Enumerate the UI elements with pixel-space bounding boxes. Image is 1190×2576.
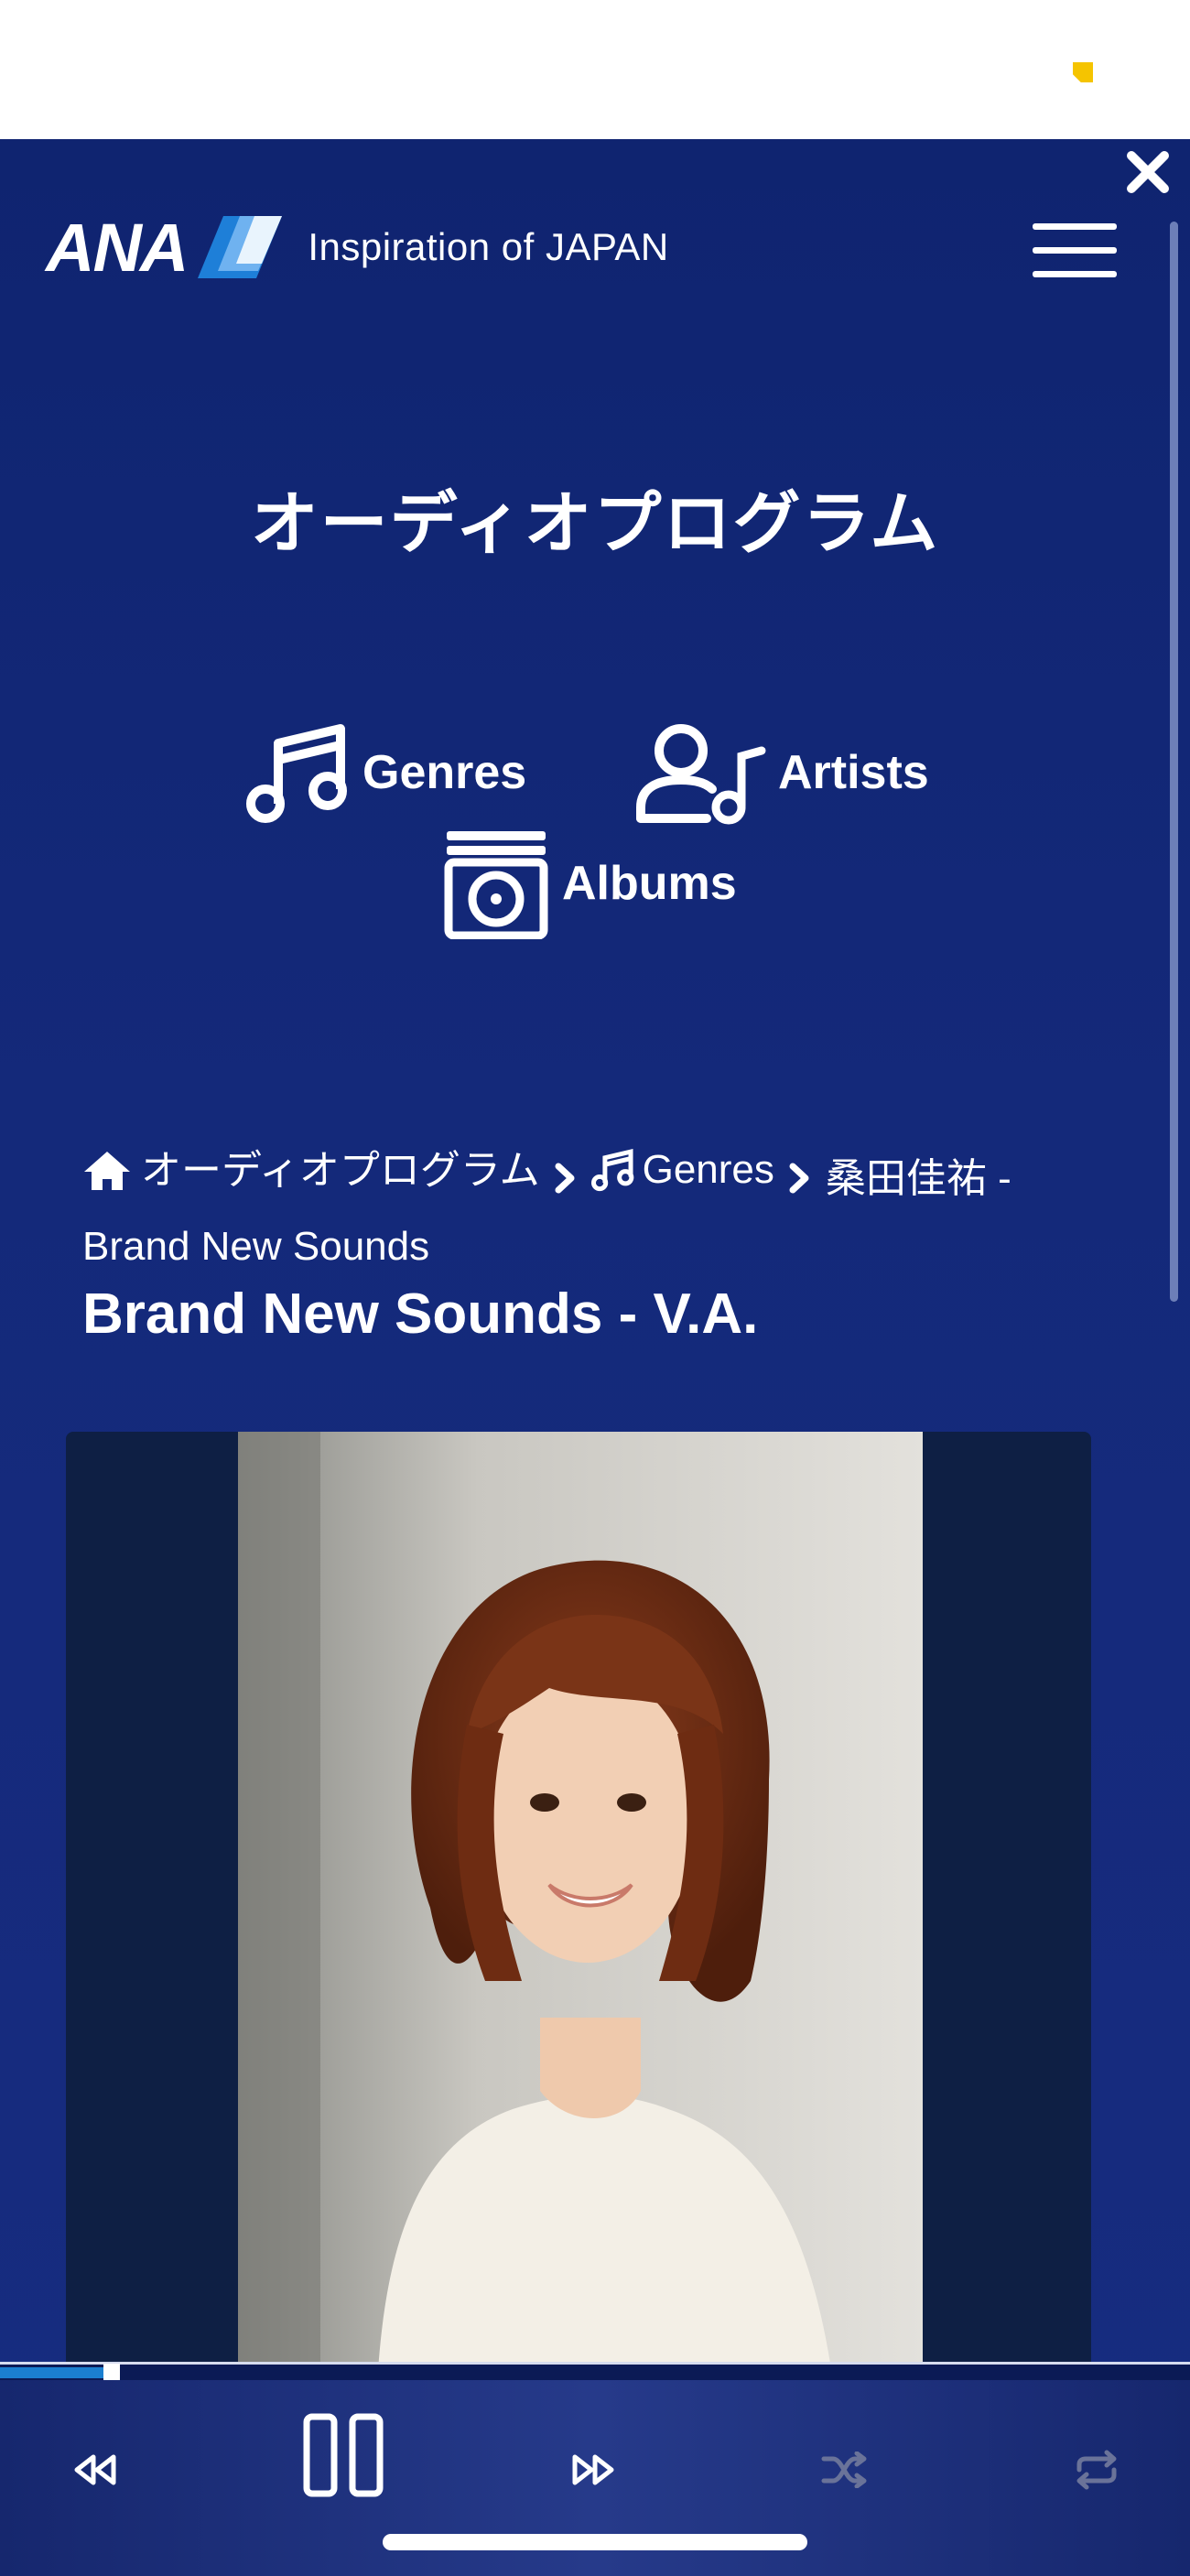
album-artwork [66, 1432, 1091, 2459]
rewind-button[interactable] [59, 2433, 132, 2506]
nav-artists-link[interactable]: Artists [633, 720, 929, 826]
artist-photo [238, 1432, 923, 2459]
artist-icon [636, 724, 766, 825]
chevron-right-icon [555, 1148, 577, 1214]
fast-forward-button[interactable] [557, 2433, 630, 2506]
progress-fill [0, 2367, 107, 2378]
status-indicator-icon [1073, 62, 1093, 82]
shuffle-button[interactable] [807, 2433, 881, 2506]
album-icon [444, 831, 548, 939]
menu-icon-line [1033, 271, 1117, 277]
pause-icon [303, 2413, 384, 2497]
nav-genres-label: Genres [362, 746, 527, 799]
page-title: オーディオプログラム [250, 485, 940, 561]
breadcrumb-home-label: オーディオプログラム [141, 1148, 540, 1193]
nav-artists-label: Artists [778, 746, 929, 799]
breadcrumb: オーディオプログラム Genres 桑田佳祐 - Brand New Sound… [82, 1137, 1126, 1280]
breadcrumb-home-link[interactable]: オーディオプログラム [82, 1138, 540, 1204]
fast-forward-icon [572, 2454, 614, 2485]
pause-button[interactable] [293, 2402, 394, 2508]
nav-albums-label: Albums [562, 857, 737, 910]
rewind-icon [74, 2454, 116, 2485]
nav-albums-link[interactable]: Albums [441, 828, 737, 939]
close-button[interactable] [1120, 145, 1175, 200]
ana-logo[interactable]: ANA Inspiration of JAPAN [46, 209, 669, 286]
logo-tagline: Inspiration of JAPAN [308, 225, 669, 268]
home-icon [84, 1152, 130, 1190]
repeat-icon [1076, 2450, 1117, 2490]
nav-genres-link[interactable]: Genres [245, 720, 526, 826]
album-title: Brand New Sounds - V.A. [82, 1283, 759, 1346]
music-note-icon [590, 1149, 633, 1192]
status-bar [0, 0, 1190, 139]
menu-icon-line [1033, 247, 1117, 254]
home-indicator[interactable] [383, 2534, 807, 2550]
hamburger-menu-button[interactable] [1031, 223, 1119, 284]
menu-icon [1033, 223, 1117, 230]
breadcrumb-genres-link[interactable]: Genres [590, 1137, 774, 1203]
scrollbar[interactable] [1170, 222, 1178, 1302]
progress-thumb[interactable] [103, 2364, 120, 2380]
breadcrumb-genres-label: Genres [642, 1147, 774, 1192]
logo-stripes-icon [198, 216, 283, 278]
logo-text: ANA [46, 209, 189, 286]
music-note-icon [246, 724, 347, 823]
repeat-button[interactable] [1060, 2433, 1133, 2506]
chevron-right-icon [789, 1148, 811, 1214]
close-icon [1127, 151, 1169, 193]
shuffle-icon [821, 2452, 867, 2488]
audio-program-screen: ANA Inspiration of JAPAN オーディオプログラム Genr… [0, 139, 1190, 2576]
